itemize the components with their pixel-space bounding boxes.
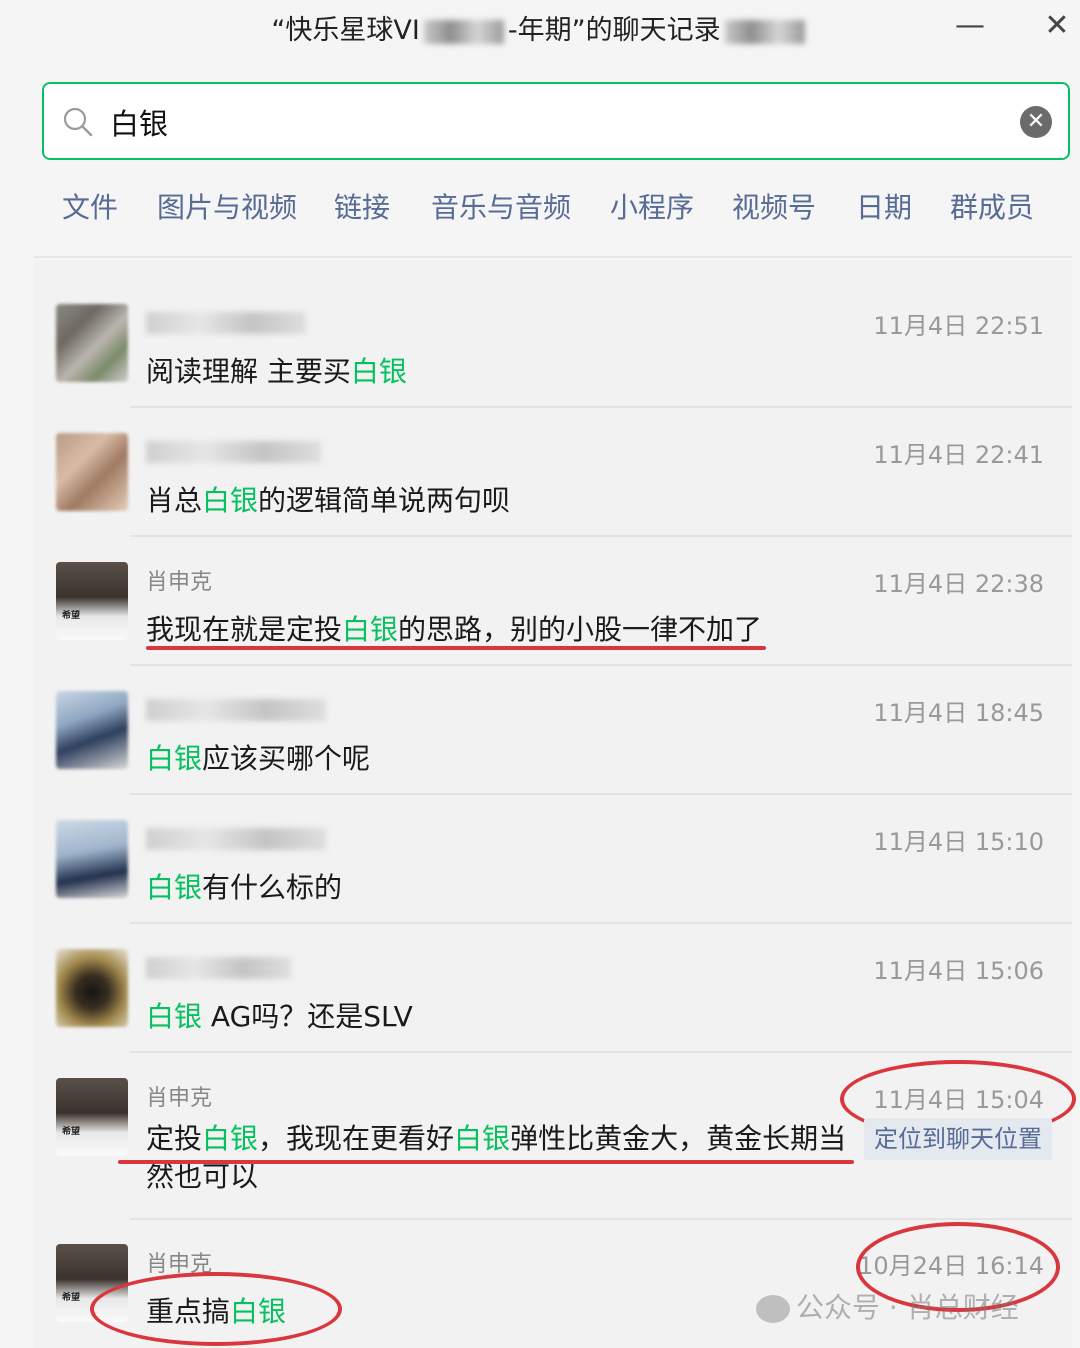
message-snippet: 我现在就是定投白银的思路，别的小股一律不加了	[146, 608, 762, 648]
sender-name-redacted	[146, 828, 326, 850]
message-snippet: 白银有什么标的	[146, 866, 342, 906]
avatar: 希望	[56, 1078, 128, 1156]
locate-in-chat-button[interactable]: 定位到聊天位置	[864, 1118, 1052, 1160]
sender-name-redacted	[146, 312, 306, 334]
watermark-text: 公众号 · 肖总财经	[796, 1291, 1019, 1324]
result-row[interactable]: 希望 肖申克 11月4日 15:04 定位到聊天位置 定投白银，我现在更看好白银…	[34, 1054, 1076, 1220]
avatar	[56, 304, 128, 382]
snippet-text: 定投	[146, 1122, 203, 1155]
redacted-blur	[724, 19, 805, 44]
filter-group-members[interactable]: 群成员	[950, 186, 1034, 226]
snippet-text: 有什么标的	[202, 871, 343, 904]
message-snippet: 白银应该买哪个呢	[146, 737, 370, 777]
search-box[interactable]: ✕	[42, 82, 1070, 160]
search-results-list: 11月4日 22:51 阅读理解 主要买白银 11月4日 22:41 肖总白银的…	[34, 260, 1076, 1348]
sender-name-redacted	[146, 957, 291, 979]
snippet-text: 的逻辑简单说两句呗	[258, 484, 511, 517]
sender-name-redacted	[146, 699, 326, 721]
result-row[interactable]: 希望 肖申克 11月4日 22:38 我现在就是定投白银的思路，别的小股一律不加…	[34, 538, 1072, 666]
message-snippet: 肖总白银的逻辑简单说两句呗	[146, 479, 510, 519]
snippet-text: 应该买哪个呢	[202, 742, 371, 775]
message-time: 11月4日 22:38	[873, 570, 1044, 598]
snippet-text: 阅读理解 主要买	[146, 355, 351, 388]
avatar-caption: 希望	[62, 1293, 81, 1303]
result-row[interactable]: 11月4日 22:51 阅读理解 主要买白银	[34, 280, 1072, 408]
avatar	[56, 691, 128, 769]
row-divider	[130, 664, 1072, 666]
filter-mini-programs[interactable]: 小程序	[610, 186, 694, 226]
close-window-button[interactable]: ✕	[1037, 6, 1077, 46]
annotation-underline	[118, 1160, 854, 1164]
row-divider	[130, 406, 1072, 408]
message-time: 11月4日 22:41	[873, 441, 1044, 469]
sender-name-redacted	[146, 441, 321, 463]
window-title: “快乐星球VI -年期”的聊天记录	[0, 8, 1080, 47]
keyword-highlight: 白银	[342, 613, 399, 646]
snippet-text: 的思路，别的小股一律不加了	[398, 613, 763, 646]
filter-channels[interactable]: 视频号	[732, 186, 816, 226]
minimize-button[interactable]: —	[950, 6, 990, 46]
row-divider	[130, 535, 1072, 537]
wechat-icon	[756, 1295, 790, 1323]
message-time: 11月4日 22:51	[873, 312, 1044, 340]
keyword-highlight: 白银	[146, 742, 203, 775]
search-icon	[63, 107, 93, 137]
result-row[interactable]: 11月4日 18:45 白银应该买哪个呢	[34, 667, 1072, 795]
snippet-text: 肖总	[146, 484, 203, 517]
redacted-blur	[423, 19, 504, 44]
row-divider	[130, 1051, 1072, 1053]
result-row[interactable]: 希望 肖申克 10月24日 16:14 重点搞白银	[34, 1220, 1072, 1348]
snippet-text: AG吗？还是SLV	[202, 1000, 413, 1033]
result-row[interactable]: 11月4日 15:10 白银有什么标的	[34, 796, 1072, 924]
avatar	[56, 433, 128, 511]
filter-date[interactable]: 日期	[856, 186, 912, 226]
sender-name: 肖申克	[146, 570, 213, 595]
keyword-highlight: 白银	[202, 484, 259, 517]
message-time: 11月4日 15:10	[873, 828, 1044, 856]
message-time: 11月4日 15:06	[873, 957, 1044, 985]
title-bar: “快乐星球VI -年期”的聊天记录 — ✕	[0, 0, 1080, 60]
message-snippet: 定投白银，我现在更看好白银弹性比黄金大，黄金长期当然也可以	[146, 1120, 866, 1196]
avatar: 希望	[56, 562, 128, 640]
row-divider	[130, 793, 1072, 795]
search-input[interactable]	[110, 98, 1010, 146]
avatar-caption: 希望	[62, 1127, 81, 1137]
watermark: 公众号 · 肖总财经	[756, 1286, 1019, 1326]
divider	[34, 256, 1072, 258]
filter-files[interactable]: 文件	[62, 186, 118, 226]
keyword-highlight: 白银	[454, 1122, 511, 1155]
annotation-circle	[90, 1272, 342, 1346]
avatar	[56, 949, 128, 1027]
filter-music-audio[interactable]: 音乐与音频	[431, 186, 571, 226]
annotation-underline	[146, 646, 766, 650]
filter-images-videos[interactable]: 图片与视频	[157, 186, 297, 226]
row-divider	[130, 922, 1072, 924]
keyword-highlight: 白银	[202, 1122, 259, 1155]
result-row[interactable]: 11月4日 15:06 白银 AG吗？还是SLV	[34, 925, 1072, 1053]
keyword-highlight: 白银	[146, 871, 203, 904]
message-time: 11月4日 18:45	[873, 699, 1044, 727]
avatar	[56, 820, 128, 898]
result-row[interactable]: 11月4日 22:41 肖总白银的逻辑简单说两句呗	[34, 409, 1072, 537]
snippet-text: 我现在就是定投	[146, 613, 343, 646]
message-snippet: 阅读理解 主要买白银	[146, 350, 407, 390]
clear-search-icon[interactable]: ✕	[1020, 106, 1052, 138]
snippet-text: ，我现在更看好	[258, 1122, 455, 1155]
filter-links[interactable]: 链接	[334, 186, 390, 226]
message-snippet: 白银 AG吗？还是SLV	[146, 995, 413, 1035]
sender-name: 肖申克	[146, 1086, 213, 1111]
keyword-highlight: 白银	[146, 1000, 203, 1033]
keyword-highlight: 白银	[350, 355, 407, 388]
title-middle: -年期”的聊天记录	[507, 15, 721, 46]
avatar-caption: 希望	[62, 611, 81, 621]
title-prefix: “快乐星球VI	[271, 15, 420, 46]
filter-tabs: 文件 图片与视频 链接 音乐与音频 小程序 视频号 日期 群成员	[36, 186, 1072, 238]
